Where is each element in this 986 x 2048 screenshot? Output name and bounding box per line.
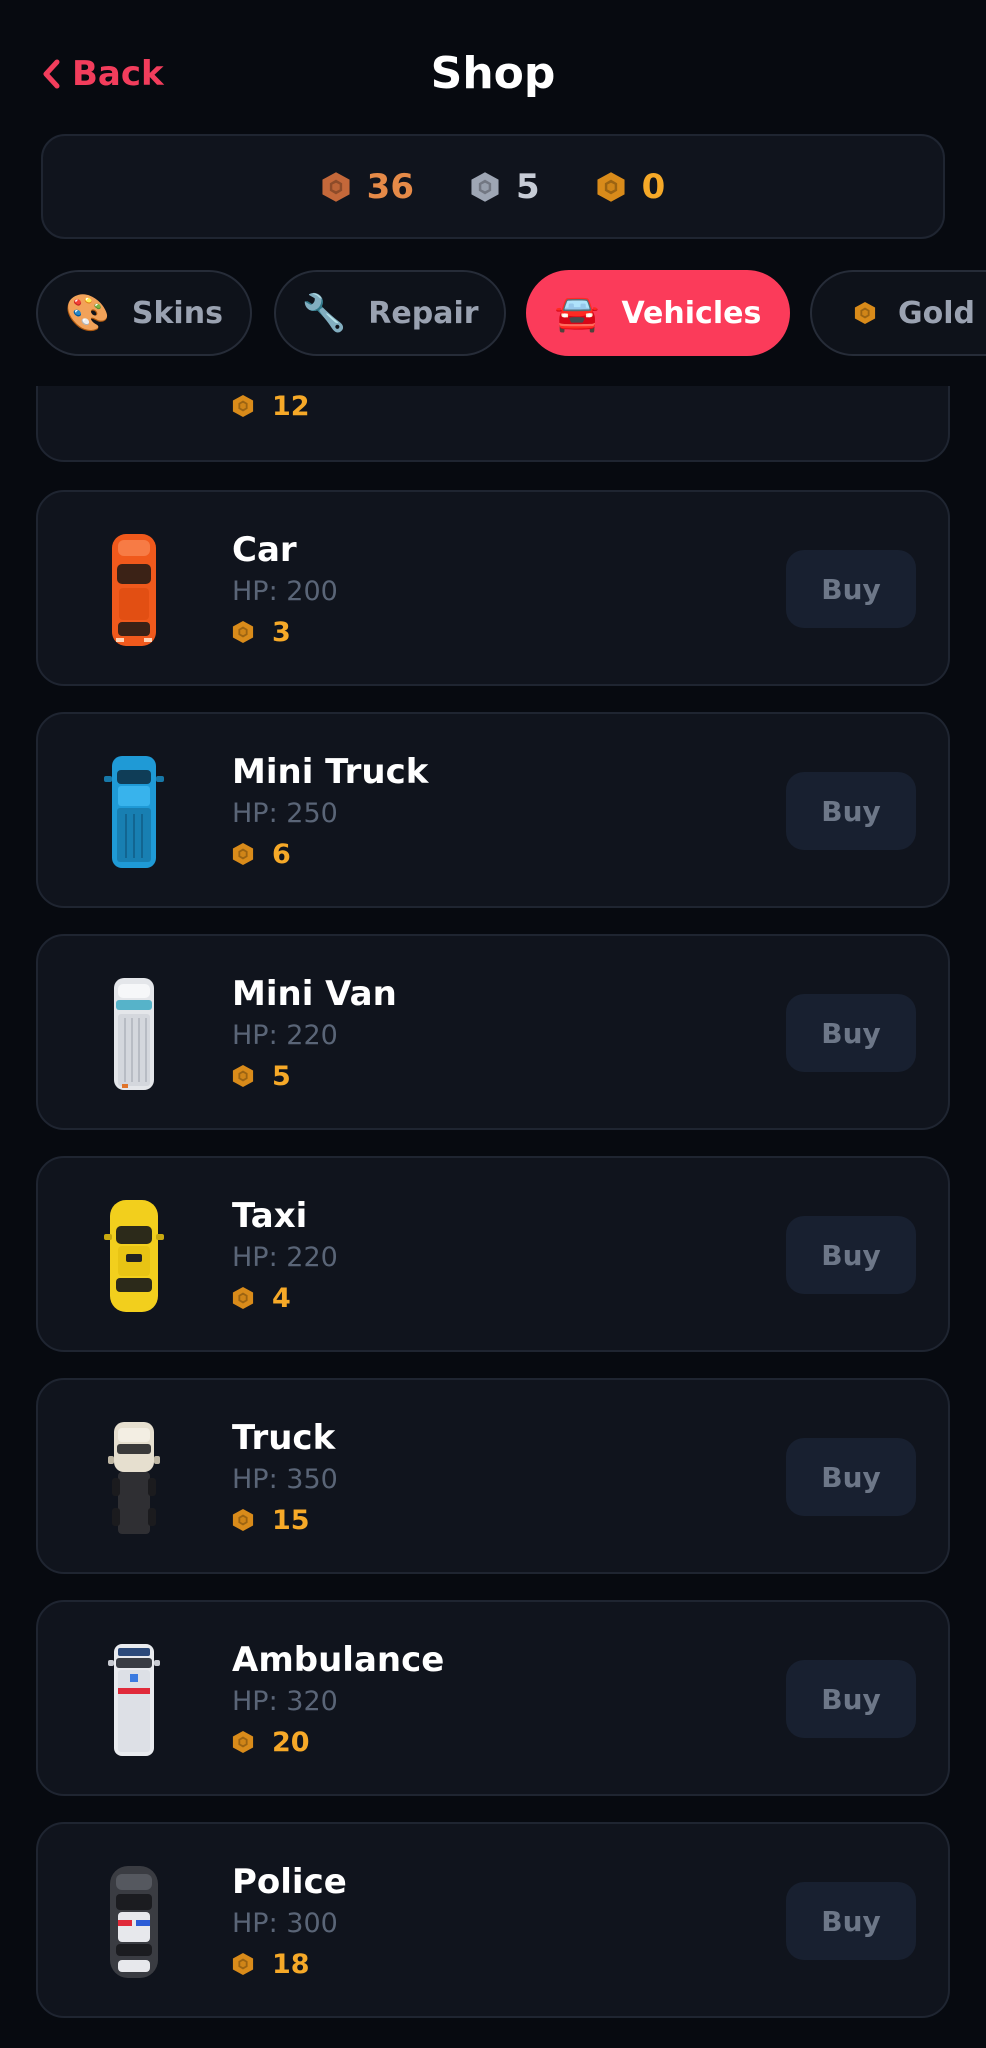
- price-value: 12: [272, 390, 310, 422]
- bronze-balance: 36: [321, 167, 414, 207]
- vehicle-name: Car: [232, 530, 297, 570]
- vehicle-card-taxi: Taxi HP: 220 4 Buy: [36, 1156, 950, 1352]
- price-value: 15: [272, 1504, 310, 1536]
- gold-coin-icon: [232, 394, 254, 418]
- vehicle-hp: HP: 250: [232, 798, 338, 829]
- tab-skins[interactable]: 🎨 Skins: [36, 270, 252, 356]
- tab-gold[interactable]: Gold: [810, 270, 986, 356]
- tab-vehicles[interactable]: 🚘 Vehicles: [526, 270, 790, 356]
- gold-coin-icon: [232, 1064, 254, 1088]
- gold-coin-icon: [232, 1508, 254, 1532]
- buy-button[interactable]: Buy: [786, 772, 916, 850]
- silver-count: 5: [515, 166, 540, 207]
- vehicle-name: Mini Truck: [232, 752, 429, 792]
- orange-car-icon: [112, 534, 156, 646]
- tab-label: Skins: [131, 295, 223, 331]
- price: 6: [232, 834, 428, 874]
- vehicle-card: 12: [36, 386, 950, 462]
- buy-button[interactable]: Buy: [786, 994, 916, 1072]
- shop-tabs: 🎨 Skins 🔧 Repair 🚘 Vehicles Gold: [0, 270, 986, 358]
- price: 20: [232, 1722, 444, 1762]
- buy-button[interactable]: Buy: [786, 1216, 916, 1294]
- buy-button[interactable]: Buy: [786, 550, 916, 628]
- vehicle-hp: HP: 320: [232, 1686, 338, 1717]
- price: 12: [232, 386, 310, 426]
- price: 4: [232, 1278, 338, 1318]
- gold-balance: 0: [596, 166, 666, 207]
- vehicle-card-ambulance: Ambulance HP: 320 20 Buy: [36, 1600, 950, 1796]
- vehicle-card-mini-truck: Mini Truck HP: 250 6 Buy: [36, 712, 950, 908]
- silver-balance: 5: [470, 167, 540, 207]
- vehicle-name: Ambulance: [232, 1640, 445, 1680]
- blue-mini-truck-icon: [104, 756, 164, 868]
- vehicle-hp: HP: 220: [232, 1020, 338, 1051]
- tab-label: Repair: [368, 295, 479, 331]
- silver-coin-icon: [470, 171, 500, 203]
- currency-balance-bar: 36 5 0: [41, 134, 945, 239]
- police-car-icon: [110, 1866, 158, 1978]
- wrench-icon: 🔧: [301, 293, 347, 334]
- vehicle-hp: HP: 300: [232, 1908, 338, 1939]
- gold-coin-icon: [854, 301, 876, 325]
- gold-coin-icon: [232, 1952, 254, 1976]
- white-mini-van-icon: [114, 978, 154, 1090]
- price-value: 3: [272, 616, 291, 648]
- header: Back Shop: [0, 0, 986, 130]
- buy-button[interactable]: Buy: [786, 1882, 916, 1960]
- price-value: 5: [272, 1060, 291, 1092]
- vehicle-hp: HP: 350: [232, 1464, 338, 1495]
- vehicle-hp: HP: 200: [232, 576, 338, 607]
- vehicle-name: Police: [232, 1862, 347, 1902]
- gold-coin-icon: [232, 842, 254, 866]
- tab-label: Vehicles: [621, 295, 762, 331]
- vehicle-card-car: Car HP: 200 3 Buy: [36, 490, 950, 686]
- buy-button[interactable]: Buy: [786, 1438, 916, 1516]
- vehicle-hp: HP: 220: [232, 1242, 338, 1273]
- gold-coin-icon: [232, 620, 254, 644]
- price-value: 20: [272, 1726, 310, 1758]
- vehicle-name: Truck: [232, 1418, 336, 1458]
- ambulance-icon: [108, 1644, 160, 1756]
- gold-count: 0: [641, 166, 666, 207]
- vehicle-card-police: Police HP: 300 18 Buy: [36, 1822, 950, 2018]
- vehicle-name: Mini Van: [232, 974, 397, 1014]
- bronze-count: 36: [366, 166, 414, 207]
- price: 18: [232, 1944, 347, 1984]
- vehicle-card-mini-van: Mini Van HP: 220 5 Buy: [36, 934, 950, 1130]
- price: 5: [232, 1056, 397, 1096]
- palette-icon: 🎨: [65, 293, 110, 334]
- tab-repair[interactable]: 🔧 Repair: [274, 270, 506, 356]
- gold-coin-icon: [232, 1730, 254, 1754]
- gold-coin-icon: [232, 1286, 254, 1310]
- price-value: 18: [272, 1948, 310, 1980]
- truck-icon: [108, 1422, 160, 1534]
- yellow-taxi-icon: [104, 1200, 164, 1312]
- vehicle-list[interactable]: 12 Car HP: 200 3 Buy Mini Truck HP: 250 …: [0, 386, 986, 2048]
- vehicle-card-truck: Truck HP: 350 15 Buy: [36, 1378, 950, 1574]
- price-value: 6: [272, 838, 291, 870]
- price-value: 4: [272, 1282, 291, 1314]
- page-title: Shop: [430, 48, 556, 99]
- price: 15: [232, 1500, 338, 1540]
- tab-label: Gold: [898, 295, 975, 331]
- gold-coin-icon: [596, 171, 626, 203]
- bronze-coin-icon: [321, 171, 351, 203]
- car-icon: 🚘: [554, 293, 600, 334]
- vehicle-name: Taxi: [232, 1196, 308, 1236]
- buy-button[interactable]: Buy: [786, 1660, 916, 1738]
- price: 3: [232, 612, 338, 652]
- partial-vehicle-icon: [94, 386, 174, 410]
